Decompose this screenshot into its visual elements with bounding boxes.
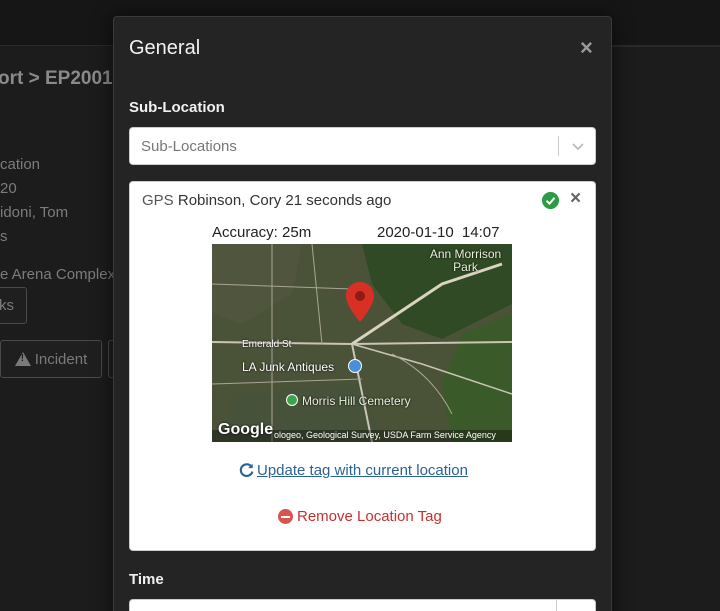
tag-date: 2020-01-10: [377, 224, 454, 241]
warning-icon: [14, 352, 31, 366]
remove-tag-close-button[interactable]: ×: [570, 188, 581, 210]
location-tag-card: GPS Robinson, Cory 21 seconds ago × Accu…: [129, 181, 596, 551]
place-pin-icon: [348, 359, 362, 373]
location-marker-icon: [346, 282, 374, 322]
timestamp: 2020-01-10 14:07: [377, 224, 499, 241]
links-button-label: ks: [0, 297, 14, 314]
tag-user: Robinson, Cory: [177, 192, 282, 209]
detail-line: s: [0, 228, 8, 245]
cemetery-pin-icon: [286, 394, 298, 406]
modal-close-button[interactable]: ×: [580, 35, 593, 61]
top-bar-divider: [612, 46, 720, 47]
modal-title: General: [129, 37, 201, 59]
incident-button-label: Incident: [34, 350, 88, 368]
detail-line: idoni, Tom: [0, 204, 69, 221]
location-source: GPS: [142, 192, 174, 209]
update-location-label: Update tag with current location: [257, 462, 468, 479]
remove-location-tag-label: Remove Location Tag: [297, 508, 442, 525]
map-label: LA Junk Antiques: [242, 360, 335, 374]
map-label: Morris Hill Cemetery: [302, 394, 411, 408]
time-input[interactable]: [129, 599, 596, 611]
check-circle-icon: [542, 192, 559, 209]
page-breadcrumb: ort > EP2001: [0, 68, 113, 89]
detail-line: cation: [0, 156, 41, 173]
sub-location-select[interactable]: Sub-Locations: [129, 127, 596, 165]
time-input-separator: [556, 600, 557, 611]
select-separator: [558, 136, 559, 156]
tag-age: 21 seconds ago: [285, 192, 392, 209]
time-label: Time: [129, 571, 164, 588]
chevron-down-icon[interactable]: [570, 138, 586, 154]
location-map[interactable]: Ann Morrison Park Emerald St LA Junk Ant…: [212, 244, 512, 442]
refresh-icon: [239, 463, 254, 478]
map-attribution: ologeo, Geological Survey, USDA Farm Ser…: [274, 430, 496, 440]
map-label: Ann Morrison Park: [429, 247, 502, 274]
accuracy: Accuracy: 25m: [212, 224, 312, 241]
google-logo: Google: [218, 421, 274, 438]
update-location-link[interactable]: Update tag with current location: [238, 462, 468, 479]
tag-time: 14:07: [461, 224, 500, 241]
sub-location-placeholder: Sub-Locations: [141, 138, 237, 155]
links-button[interactable]: ks: [0, 287, 27, 324]
location-tag-header: GPS Robinson, Cory 21 seconds ago: [142, 192, 391, 209]
detail-line: e Arena Complex: [0, 266, 116, 283]
map-label: Emerald St: [242, 339, 292, 350]
remove-location-tag-link[interactable]: Remove Location Tag: [278, 508, 442, 525]
sub-location-label: Sub-Location: [129, 99, 225, 116]
detail-line: 20: [0, 180, 17, 197]
minus-circle-icon: [278, 509, 293, 524]
incident-button[interactable]: Incident: [0, 340, 102, 378]
general-modal: General × Sub-Location Sub-Locations GPS…: [113, 16, 612, 611]
